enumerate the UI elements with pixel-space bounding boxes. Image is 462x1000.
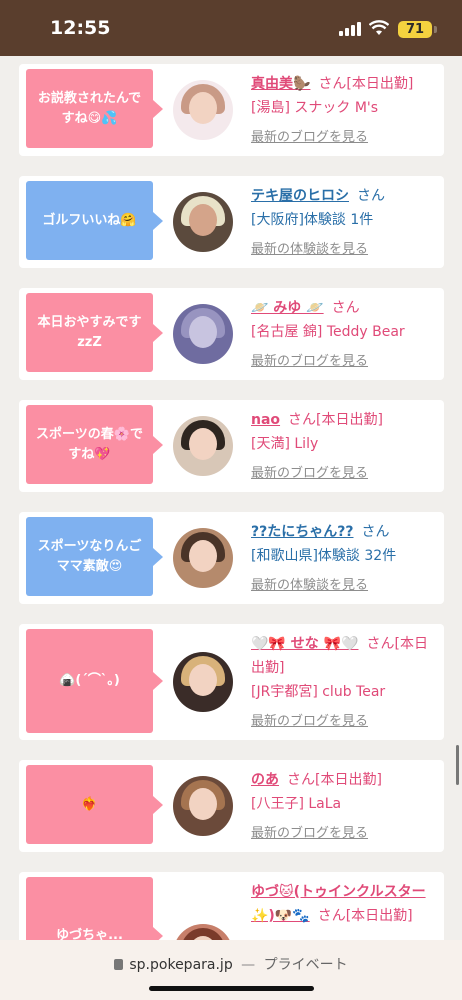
cast-suffix: さん[本日出勤] <box>318 76 414 92</box>
cast-suffix: さん[本日出勤] <box>287 772 382 788</box>
cellular-signal-icon <box>339 22 361 36</box>
list-item[interactable]: スポーツなりんご ママ素敵😍 ??たにちゃん?? さん [和歌山県]体験談 32件… <box>19 512 444 604</box>
latest-blog-link[interactable]: 最新のブログを見る <box>251 350 441 374</box>
list-item[interactable]: ゴルフいいね🤗 テキ屋のヒロシ さん [大阪府]体験談 1件 最新の体験談を見る <box>19 176 444 268</box>
url-display[interactable]: sp.pokepara.jp — プライベート <box>0 954 462 974</box>
cast-name-link[interactable]: テキ屋のヒロシ <box>251 188 349 204</box>
comment-bubble: ゴルフいいね🤗 <box>26 181 163 260</box>
comment-bubble: ❤️‍🔥 <box>26 765 163 844</box>
scroll-indicator[interactable] <box>456 745 459 785</box>
latest-blog-link[interactable]: 最新のブログを見る <box>251 462 441 486</box>
cast-name-link[interactable]: nao <box>251 412 280 428</box>
latest-review-link[interactable]: 最新の体験談を見る <box>251 238 441 262</box>
cast-suffix: さん[本日出勤] <box>288 412 383 428</box>
comment-bubble: 🍙(´⌒`｡) <box>26 629 163 733</box>
cast-suffix: さん <box>361 524 390 540</box>
latest-blog-link[interactable]: 最新のブログを見る <box>251 822 441 846</box>
avatar[interactable] <box>173 80 233 140</box>
avatar[interactable] <box>173 416 233 476</box>
shop-link[interactable]: [名古屋 錦] Teddy Bear <box>251 320 441 344</box>
avatar[interactable] <box>173 652 233 712</box>
lock-icon <box>114 959 124 970</box>
latest-blog-link[interactable]: 最新のブログを見る <box>251 710 441 734</box>
latest-blog-link[interactable]: 最新のブログを見る <box>251 126 441 150</box>
cast-suffix: さん <box>331 300 360 316</box>
battery-icon: 71 <box>398 21 432 38</box>
battery-tip <box>434 26 437 33</box>
browser-address-bar[interactable]: sp.pokepara.jp — プライベート <box>0 940 462 1000</box>
comment-bubble: 本日おやすみです zzZ <box>26 293 163 372</box>
list-item[interactable]: スポーツの春🌸で すね💖 nao さん[本日出勤] [天満] Lily 最新のブロ… <box>19 400 444 492</box>
cast-name-link[interactable]: 🪐 みゆ 🪐 <box>251 300 324 316</box>
list-item[interactable]: ❤️‍🔥 のあ さん[本日出勤] [八王子] LaLa 最新のブログを見る <box>19 760 444 852</box>
status-bar: 12:55 71 <box>0 0 462 56</box>
list-item[interactable]: 🍙(´⌒`｡) 🤍🎀 せな 🎀🤍 さん[本日出勤] [JR宇都宮] club Te… <box>19 624 444 740</box>
cast-name-link[interactable]: ??たにちゃん?? <box>251 524 353 540</box>
shop-link[interactable]: [天満] Lily <box>251 432 441 456</box>
wifi-icon <box>369 20 389 35</box>
comment-bubble: スポーツの春🌸で すね💖 <box>26 405 163 484</box>
private-label: プライベート <box>263 957 348 973</box>
avatar[interactable] <box>173 528 233 588</box>
home-indicator[interactable] <box>149 986 314 991</box>
comment-bubble: お説教されたんで すね😋💦 <box>26 69 163 148</box>
cast-name-link[interactable]: 🤍🎀 せな 🎀🤍 <box>251 636 358 652</box>
cast-suffix: さん <box>357 188 385 204</box>
list-item[interactable]: お説教されたんで すね😋💦 真由美🦫 さん[本日出勤] [湯島] スナック M's… <box>19 64 444 156</box>
shop-link[interactable]: [大阪府]体験談 1件 <box>251 208 441 232</box>
avatar[interactable] <box>173 304 233 364</box>
cast-name-link[interactable]: のあ <box>251 772 279 788</box>
avatar[interactable] <box>173 776 233 836</box>
latest-review-link[interactable]: 最新の体験談を見る <box>251 574 441 598</box>
avatar[interactable] <box>173 192 233 252</box>
shop-link[interactable]: [JR宇都宮] club Tear <box>251 680 441 704</box>
list-item[interactable]: 本日おやすみです zzZ 🪐 みゆ 🪐 さん [名古屋 錦] Teddy Bear… <box>19 288 444 380</box>
cast-name-link[interactable]: 真由美🦫 <box>251 76 310 92</box>
shop-link[interactable]: [和歌山県]体験談 32件 <box>251 544 441 568</box>
shop-link[interactable]: [湯島] スナック M's <box>251 96 441 120</box>
status-time: 12:55 <box>50 17 111 39</box>
url-separator: — <box>241 957 256 973</box>
comment-bubble: スポーツなりんご ママ素敵😍 <box>26 517 163 596</box>
cast-suffix: さん[本日出勤] <box>317 908 413 924</box>
shop-link[interactable]: [八王子] LaLa <box>251 792 441 816</box>
url-text: sp.pokepara.jp <box>129 957 233 973</box>
